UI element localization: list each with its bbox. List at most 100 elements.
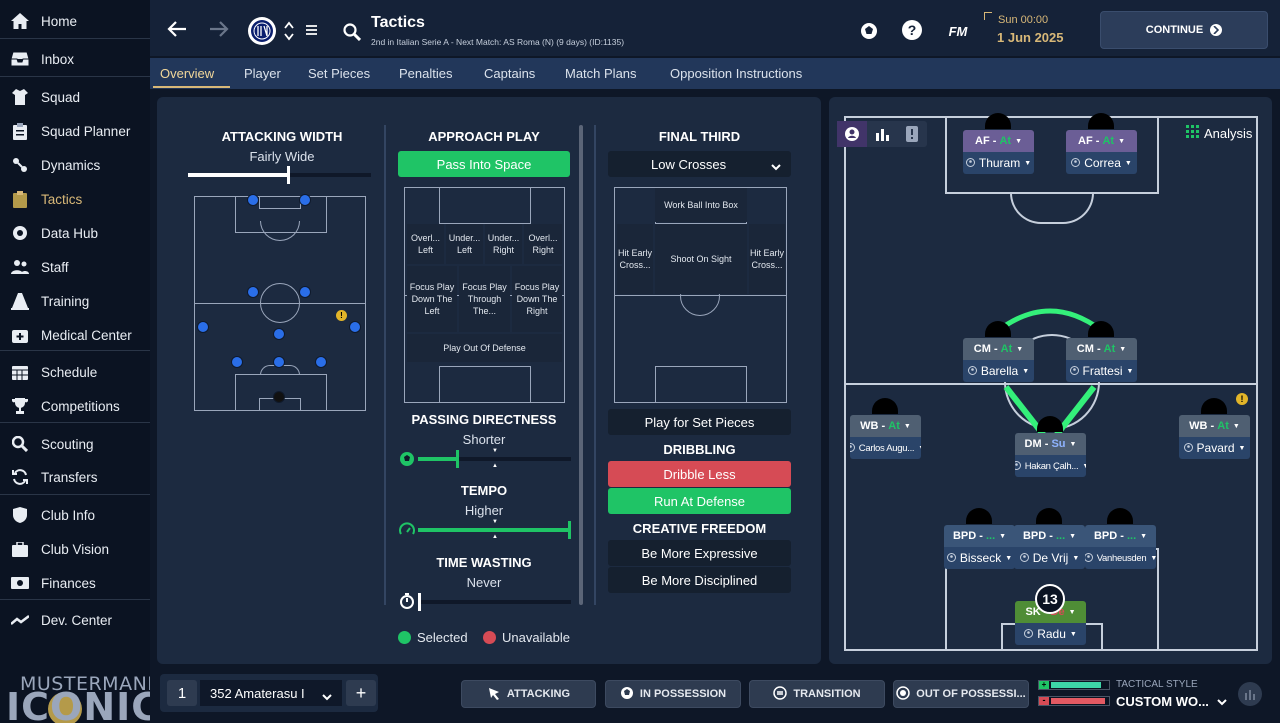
- be-more-disciplined-button[interactable]: Be More Disciplined: [608, 567, 791, 593]
- attacking-button[interactable]: ATTACKING: [461, 680, 596, 708]
- current-date[interactable]: 1 Jun 2025: [997, 30, 1064, 45]
- sidebar-item-schedule[interactable]: Schedule: [0, 355, 150, 389]
- player-name-row[interactable]: Vanheusden ▼: [1085, 547, 1156, 569]
- sidebar-item-inbox[interactable]: Inbox: [0, 42, 150, 76]
- tab-opposition-instructions[interactable]: Opposition Instructions: [670, 58, 802, 89]
- time-wasting-handle[interactable]: [418, 593, 421, 611]
- sidebar-item-finances[interactable]: Finances: [0, 566, 150, 600]
- player-name-row[interactable]: Pavard ▼: [1179, 437, 1250, 459]
- player-card[interactable]: CM - At ▼ Barella ▼: [963, 338, 1034, 382]
- role-label[interactable]: DM - Su ▼: [1015, 433, 1086, 455]
- play-out-of-defense-option[interactable]: Play Out Of Defense: [407, 334, 562, 362]
- continue-button[interactable]: CONTINUE: [1100, 11, 1268, 49]
- hit-early-cross-left-option[interactable]: Hit Early Cross...: [617, 224, 653, 294]
- sidebar-item-dynamics[interactable]: Dynamics: [0, 148, 150, 182]
- tab-captains[interactable]: Captains: [484, 58, 535, 89]
- role-label[interactable]: AF - At ▼: [1066, 130, 1137, 152]
- underlap-right-option[interactable]: Under... Right: [485, 224, 522, 264]
- forward-arrow-icon[interactable]: [208, 20, 230, 38]
- passing-directness-slider[interactable]: ▼ ▲: [418, 448, 571, 469]
- stats-view-icon[interactable]: [867, 121, 897, 147]
- play-for-set-pieces-button[interactable]: Play for Set Pieces: [608, 409, 791, 435]
- tactical-style-dropdown[interactable]: CUSTOM WO...: [1116, 692, 1231, 710]
- tab-overview[interactable]: Overview: [160, 58, 214, 89]
- sidebar-item-tactics[interactable]: Tactics: [0, 182, 150, 216]
- hit-early-cross-right-option[interactable]: Hit Early Cross...: [749, 224, 785, 294]
- tempo-handle[interactable]: [568, 521, 571, 539]
- sidebar-item-squad[interactable]: Squad: [0, 80, 150, 114]
- overlap-left-option[interactable]: Overl... Left: [407, 224, 444, 264]
- shoot-on-sight-option[interactable]: Shoot On Sight: [655, 224, 747, 294]
- sidebar-item-training[interactable]: Training: [0, 284, 150, 318]
- work-ball-into-box-option[interactable]: Work Ball Into Box: [655, 188, 747, 222]
- dribble-less-button[interactable]: Dribble Less: [608, 461, 791, 487]
- tab-penalties[interactable]: Penalties: [399, 58, 452, 89]
- player-name-row[interactable]: Correa ▼: [1066, 152, 1137, 174]
- run-at-defense-button[interactable]: Run At Defense: [608, 488, 791, 514]
- sidebar-item-data-hub[interactable]: Data Hub: [0, 216, 150, 250]
- role-label[interactable]: AF - At ▼: [963, 130, 1034, 152]
- sidebar-item-medical-center[interactable]: Medical Center: [0, 318, 150, 352]
- player-name-row[interactable]: Hakan Çalh... ▼: [1015, 455, 1086, 477]
- focus-middle-option[interactable]: Focus Play Through The...: [459, 266, 510, 332]
- ball-icon[interactable]: [859, 21, 879, 41]
- sidebar-item-scouting[interactable]: Scouting: [0, 427, 150, 461]
- back-arrow-icon[interactable]: [166, 20, 188, 38]
- player-name-row[interactable]: Radu ▼: [1015, 623, 1086, 645]
- sidebar-item-transfers[interactable]: Transfers: [0, 460, 150, 494]
- in-possession-button[interactable]: IN POSSESSION: [605, 680, 741, 708]
- time-wasting-slider[interactable]: [418, 593, 571, 611]
- search-icon[interactable]: [342, 22, 362, 42]
- role-label[interactable]: BPD - ... ▼: [1014, 525, 1085, 547]
- sidebar-item-club-vision[interactable]: Club Vision: [0, 532, 150, 566]
- fm-button[interactable]: FM: [946, 22, 970, 40]
- club-switch-chevrons-icon[interactable]: [283, 19, 295, 43]
- sidebar-item-squad-planner[interactable]: Squad Planner: [0, 114, 150, 148]
- player-card[interactable]: AF - At ▼ Thuram ▼: [963, 130, 1034, 174]
- add-tactic-button[interactable]: +: [346, 680, 376, 706]
- alert-view-icon[interactable]: [897, 121, 927, 147]
- player-card[interactable]: CM - At ▼ Frattesi ▼: [1066, 338, 1137, 382]
- attacking-width-handle[interactable]: [287, 166, 290, 184]
- out-of-possession-button[interactable]: OUT OF POSSESSI...: [893, 680, 1029, 708]
- player-name-row[interactable]: De Vrij ▼: [1014, 547, 1085, 569]
- role-label[interactable]: WB - At ▼: [1179, 415, 1250, 437]
- role-label[interactable]: WB - At ▼: [850, 415, 921, 437]
- player-card[interactable]: WB - At ▼ Pavard ▼: [1179, 415, 1250, 459]
- player-name-row[interactable]: Thuram ▼: [963, 152, 1034, 174]
- tactical-style-stats-icon[interactable]: [1238, 682, 1262, 706]
- tactic-selector[interactable]: 352 Amaterasu I: [200, 680, 342, 706]
- scrollbar[interactable]: [579, 125, 583, 605]
- sidebar-item-staff[interactable]: Staff: [0, 250, 150, 284]
- help-icon[interactable]: ?: [902, 20, 922, 40]
- tempo-slider[interactable]: ▼ ▲: [418, 519, 571, 540]
- passing-directness-handle[interactable]: [456, 450, 459, 468]
- player-view-icon[interactable]: [837, 121, 867, 147]
- be-more-expressive-button[interactable]: Be More Expressive: [608, 540, 791, 566]
- player-card[interactable]: AF - At ▼ Correa ▼: [1066, 130, 1137, 174]
- player-card[interactable]: BPD - ... ▼ Vanheusden ▼: [1085, 525, 1156, 569]
- sidebar-item-competitions[interactable]: Competitions: [0, 389, 150, 423]
- analysis-button[interactable]: Analysis: [1182, 122, 1257, 144]
- pass-into-space-button[interactable]: Pass Into Space: [398, 151, 570, 177]
- player-name-row[interactable]: Barella ▼: [963, 360, 1034, 382]
- club-crest-icon[interactable]: [248, 17, 276, 45]
- player-card[interactable]: DM - Su ▼ Hakan Çalh... ▼: [1015, 433, 1086, 477]
- sidebar-item-home[interactable]: Home: [0, 4, 150, 38]
- sidebar-item-dev-center[interactable]: Dev. Center: [0, 603, 150, 637]
- sidebar-item-club-info[interactable]: Club Info: [0, 498, 150, 532]
- underlap-left-option[interactable]: Under... Left: [446, 224, 483, 264]
- player-card[interactable]: BPD - ... ▼ De Vrij ▼: [1014, 525, 1085, 569]
- player-name-row[interactable]: Bisseck ▼: [944, 547, 1015, 569]
- overlap-right-option[interactable]: Overl... Right: [524, 224, 562, 264]
- role-label[interactable]: CM - At ▼: [963, 338, 1034, 360]
- final-third-dropdown[interactable]: Low Crosses: [608, 151, 791, 177]
- role-label[interactable]: BPD - ... ▼: [944, 525, 1015, 547]
- tactic-slot-number[interactable]: 1: [167, 680, 197, 706]
- tab-match-plans[interactable]: Match Plans: [565, 58, 637, 89]
- tab-player[interactable]: Player: [244, 58, 281, 89]
- focus-left-option[interactable]: Focus Play Down The Left: [407, 266, 457, 332]
- role-label[interactable]: CM - At ▼: [1066, 338, 1137, 360]
- transition-button[interactable]: TRANSITION: [749, 680, 885, 708]
- attacking-width-slider[interactable]: [188, 166, 371, 184]
